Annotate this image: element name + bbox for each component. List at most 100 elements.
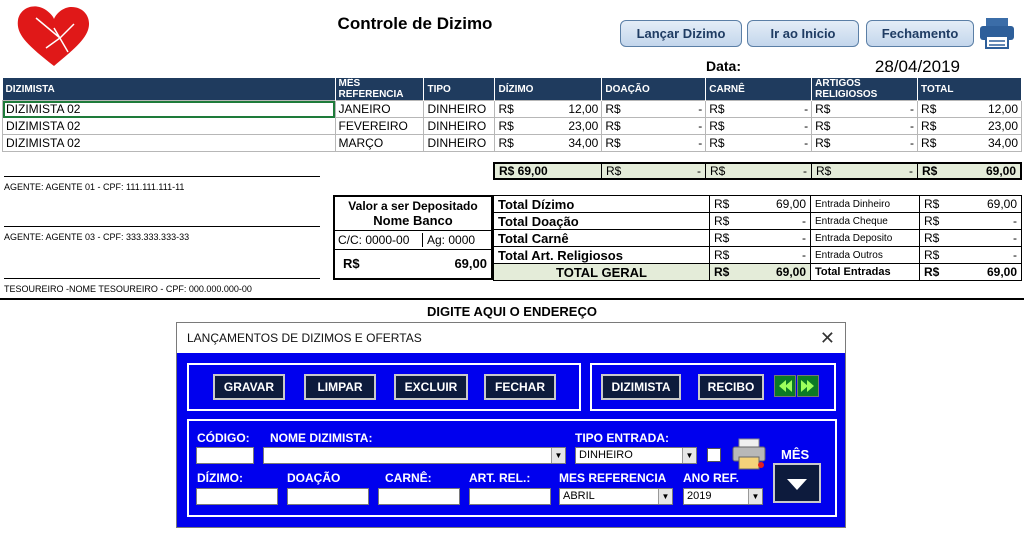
entries-value: 69,00 — [986, 265, 1017, 279]
chevron-down-icon[interactable]: ▼ — [748, 489, 762, 504]
previous-icon[interactable] — [774, 375, 796, 397]
artrel-input[interactable] — [469, 488, 551, 505]
dizimo-label: DÍZIMO: — [197, 471, 243, 485]
excluir-button[interactable]: EXCLUIR — [394, 374, 468, 400]
ir-ao-inicio-button[interactable]: Ir ao Inicio — [747, 20, 859, 47]
carne-input[interactable] — [378, 488, 460, 505]
heart-logo — [17, 6, 90, 66]
deposit-value: 69,00 — [454, 256, 487, 271]
carne-cell[interactable]: R$ - — [705, 117, 813, 135]
doacao-label: DOAÇÃO — [287, 471, 341, 485]
bank-name: Nome Banco — [373, 213, 453, 228]
summary-row: Total Doação R$ - Entrada Cheque R$ - — [493, 212, 1022, 230]
signature-line — [4, 176, 320, 177]
table-row[interactable]: DIZIMISTA 02 FEVEREIRO DINHEIRO R$ 23,00 R$ - R… — [2, 117, 1022, 135]
printer-icon[interactable] — [731, 437, 767, 471]
dizimo-input[interactable] — [196, 488, 278, 505]
summary-row: Total Dízimo R$ 69,00 Entrada Dinheiro R$ 69,… — [493, 195, 1022, 213]
artigos-cell[interactable]: R$ - — [811, 100, 919, 118]
type-cell[interactable]: DINHEIRO — [423, 117, 496, 135]
dialog-title: LANÇAMENTOS DE DIZIMOS E OFERTAS — [177, 323, 845, 353]
month-cell[interactable]: FEVEREIRO — [334, 117, 425, 135]
chevron-down-icon[interactable]: ▼ — [682, 448, 696, 463]
type-cell[interactable]: DINHEIRO — [423, 100, 496, 118]
chevron-down-icon[interactable]: ▼ — [551, 448, 565, 463]
carne-label: CARNÊ: — [385, 471, 432, 485]
column-header: CARNÊ — [705, 78, 813, 101]
signature-line — [4, 278, 320, 279]
mesref-select[interactable]: ABRIL ▼ — [559, 488, 673, 505]
doacao-cell[interactable]: R$ - — [601, 117, 707, 135]
entry-value: - — [1013, 214, 1017, 228]
column-header: ARTIGOS RELIGIOSOS — [811, 78, 919, 101]
dizimo-cell[interactable]: R$ 34,00 — [494, 134, 603, 152]
recibo-button[interactable]: RECIBO — [698, 374, 764, 400]
doacao-cell[interactable]: R$ - — [601, 100, 707, 118]
totals-row: R$ 69,00 R$ - R$ - R$ - R$ 69,00 — [493, 162, 1022, 180]
artrel-label: ART. REL.: — [469, 471, 531, 485]
month-cell[interactable]: MARÇO — [334, 134, 425, 152]
gravar-button[interactable]: GRAVAR — [213, 374, 285, 400]
summary-value: - — [802, 231, 806, 245]
summary-row: Total Carnê R$ - Entrada Deposito R$ - — [493, 229, 1022, 247]
total-artigos: R$ - — [812, 164, 918, 178]
fechamento-button[interactable]: Fechamento — [866, 20, 974, 47]
entry-label: Entrada Outros — [810, 246, 920, 264]
dizimista-button[interactable]: DIZIMISTA — [601, 374, 681, 400]
fechar-button[interactable]: FECHAR — [484, 374, 556, 400]
lancar-dizimo-button[interactable]: Lançar Dizimo — [620, 20, 742, 47]
doacao-cell[interactable]: R$ - — [601, 134, 707, 152]
codigo-input[interactable] — [196, 447, 254, 464]
column-header: TIPO — [423, 78, 496, 101]
column-header: DIZIMISTA — [2, 78, 336, 101]
column-header: MÊS REFERENCIA — [335, 78, 425, 101]
total-geral: R$ 69,00 — [922, 164, 1016, 178]
address-text[interactable]: DIGITE AQUI O ENDEREÇO — [0, 298, 1024, 319]
total-cell[interactable]: R$ 34,00 — [917, 134, 1022, 152]
close-icon[interactable]: ✕ — [820, 323, 835, 353]
artigos-cell[interactable]: R$ - — [811, 134, 919, 152]
print-checkbox[interactable] — [707, 448, 721, 462]
next-icon[interactable] — [797, 375, 819, 397]
entry-value: 69,00 — [986, 197, 1017, 211]
dizimo-table: DIZIMISTA MÊS REFERENCIA TIPO DÍZIMO DOA… — [2, 78, 1022, 152]
date-label: Data: — [706, 58, 742, 74]
chevron-down-icon[interactable]: ▼ — [658, 489, 672, 504]
carne-cell[interactable]: R$ - — [705, 134, 813, 152]
summary-label: Total Carnê — [493, 229, 710, 247]
total-cell[interactable]: R$ 23,00 — [917, 117, 1022, 135]
type-cell[interactable]: DINHEIRO — [423, 134, 496, 152]
tipo-label: TIPO ENTRADA: — [575, 431, 669, 445]
dizimista-cell[interactable]: DIZIMISTA 02 — [2, 117, 336, 135]
grand-total-label: TOTAL GERAL — [493, 263, 710, 281]
month-down-button[interactable] — [773, 463, 821, 503]
summary-label: Total Doação — [493, 212, 710, 230]
mes-label: MÊS — [781, 447, 810, 462]
mesref-label: MES REFERENCIA — [559, 471, 667, 485]
carne-cell[interactable]: R$ - — [705, 100, 813, 118]
tipo-select[interactable]: DINHEIRO ▼ — [575, 447, 697, 464]
table-row[interactable]: DIZIMISTA 02 MARÇO DINHEIRO R$ 34,00 R$ - R$ - R$… — [2, 134, 1022, 152]
entry-value: - — [1013, 231, 1017, 245]
month-cell[interactable]: JANEIRO — [334, 100, 425, 118]
summary-value: 69,00 — [775, 197, 806, 211]
dizimista-cell[interactable]: DIZIMISTA 02 — [2, 134, 336, 152]
artigos-cell[interactable]: R$ - — [811, 117, 919, 135]
nome-select[interactable]: ▼ — [263, 447, 566, 464]
dizimo-cell[interactable]: R$ 12,00 — [494, 100, 603, 118]
agent-2: AGENTE: AGENTE 03 - CPF: 333.333.333-33 — [4, 232, 190, 242]
total-cell[interactable]: R$ 12,00 — [917, 100, 1022, 118]
account-number: C/C: 0000-00 — [335, 233, 423, 247]
entry-label: Entrada Cheque — [810, 212, 920, 230]
printer-icon[interactable] — [978, 16, 1016, 50]
table-row[interactable]: DIZIMISTA 02 JANEIRO DINHEIRO R$ 12,00 R$ - R$ -… — [2, 100, 1022, 118]
anoref-select[interactable]: 2019 ▼ — [683, 488, 763, 505]
dizimo-cell[interactable]: R$ 23,00 — [494, 117, 603, 135]
column-header: DOAÇÃO — [601, 78, 707, 101]
summary-table: Total Dízimo R$ 69,00 Entrada Dinheiro R$ 69,… — [493, 195, 1022, 281]
launch-dialog: LANÇAMENTOS DE DIZIMOS E OFERTAS ✕ GRAVA… — [176, 322, 846, 528]
dizimista-cell[interactable]: DIZIMISTA 02 — [2, 100, 336, 118]
summary-row: Total Art. Religiosos R$ - Entrada Outros R$… — [493, 246, 1022, 264]
doacao-input[interactable] — [287, 488, 369, 505]
limpar-button[interactable]: LIMPAR — [304, 374, 376, 400]
